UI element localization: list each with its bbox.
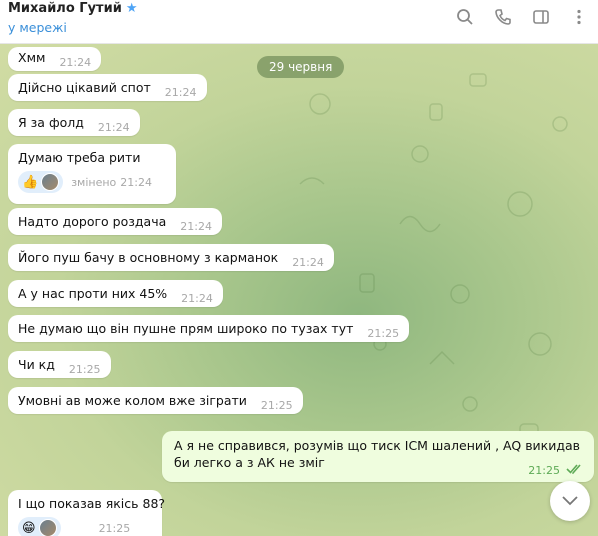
contact-status: у мережі <box>8 20 67 35</box>
message-text: Хмм <box>18 50 46 65</box>
message-text: Умовні ав може колом вже зіграти <box>18 393 247 408</box>
outgoing-message-bubble[interactable]: А я не справився, розумів що тиск ICM ша… <box>162 431 594 482</box>
premium-star-icon: ★ <box>125 1 138 16</box>
message-time: 21:24 <box>180 220 212 233</box>
message-text: Його пуш бачу в основному з карманок <box>18 250 279 265</box>
message-text: Думаю треба рити <box>18 150 141 165</box>
phone-icon[interactable] <box>484 0 522 34</box>
message-bubble[interactable]: Хмм 21:24 <box>8 47 102 71</box>
chat-header: Михайло Гутий ★ у мережі <box>0 0 598 44</box>
message-time: 21:24 <box>181 292 213 305</box>
more-icon[interactable] <box>560 0 598 34</box>
header-actions <box>446 0 598 34</box>
message-bubble[interactable]: Дійсно цікавий спот 21:24 <box>8 74 207 101</box>
message-time: 21:25 <box>260 399 293 412</box>
message-reactions: 👍 змінено 21:24 <box>18 171 166 193</box>
message-time: 21:24 <box>97 121 130 134</box>
grinning-face-icon: 😁 <box>22 520 36 536</box>
message-reactions: 😁 21:25 <box>18 517 152 536</box>
reactor-avatar <box>41 173 60 191</box>
reactor-avatar <box>38 519 57 536</box>
message-bubble[interactable]: Думаю треба рити 👍 змінено 21:24 <box>8 144 176 204</box>
search-icon[interactable] <box>446 0 484 34</box>
reaction-chip[interactable]: 😁 <box>18 517 61 536</box>
contact-name-row[interactable]: Михайло Гутий ★ <box>8 1 137 16</box>
message-meta: 21:25 <box>528 463 584 478</box>
message-bubble[interactable]: Не думаю що він пушне прям широко по туз… <box>8 315 410 342</box>
reaction-chip[interactable]: 👍 <box>18 171 64 193</box>
sidebar-icon[interactable] <box>522 0 560 34</box>
message-text: І що показав якісь 88? <box>18 496 166 511</box>
message-bubble[interactable]: І що показав якісь 88? 😁 21:25 <box>8 490 166 536</box>
message-text: А у нас проти них 45% <box>18 286 168 301</box>
scroll-to-bottom-button[interactable] <box>550 481 590 521</box>
message-time: 21:24 <box>292 256 324 269</box>
contact-name[interactable]: Михайло Гутий <box>8 1 122 16</box>
message-bubble[interactable]: А у нас проти них 45% 21:24 <box>8 280 223 307</box>
message-time: 21:25 <box>367 327 400 340</box>
message-text: Я за фолд <box>18 115 84 130</box>
message-bubble[interactable]: Його пуш бачу в основному з карманок 21:2… <box>8 244 334 271</box>
message-text: Чи кд <box>18 357 55 372</box>
message-bubble[interactable]: Чи кд 21:25 <box>8 351 111 378</box>
message-time: 21:24 <box>120 175 152 189</box>
message-bubble[interactable]: Умовні ав може колом вже зіграти 21:25 <box>8 387 303 414</box>
message-time: 21:25 <box>528 464 560 477</box>
message-bubble[interactable]: Надто дорого роздача 21:24 <box>8 208 222 235</box>
message-text: Надто дорого роздача <box>18 214 167 229</box>
edited-label: змінено <box>71 175 117 189</box>
message-time: 21:25 <box>98 521 131 535</box>
chevron-down-icon <box>562 496 578 506</box>
message-bubble[interactable]: Я за фолд 21:24 <box>8 109 140 136</box>
message-time: 21:24 <box>59 56 92 69</box>
date-separator: 29 червня <box>257 56 345 78</box>
message-time: 21:25 <box>68 363 101 376</box>
message-list[interactable]: 29 червня Хмм 21:24 Дійсно цікавий спот 21… <box>0 44 598 536</box>
double-check-icon <box>566 463 584 478</box>
message-time: 21:24 <box>164 86 197 99</box>
message-text: Не думаю що він пушне прям широко по туз… <box>18 321 354 336</box>
message-text: А я не справився, розумів що тиск ICM ша… <box>174 438 581 470</box>
thumbs-up-icon: 👍 <box>22 174 39 190</box>
message-text: Дійсно цікавий спот <box>18 80 151 95</box>
